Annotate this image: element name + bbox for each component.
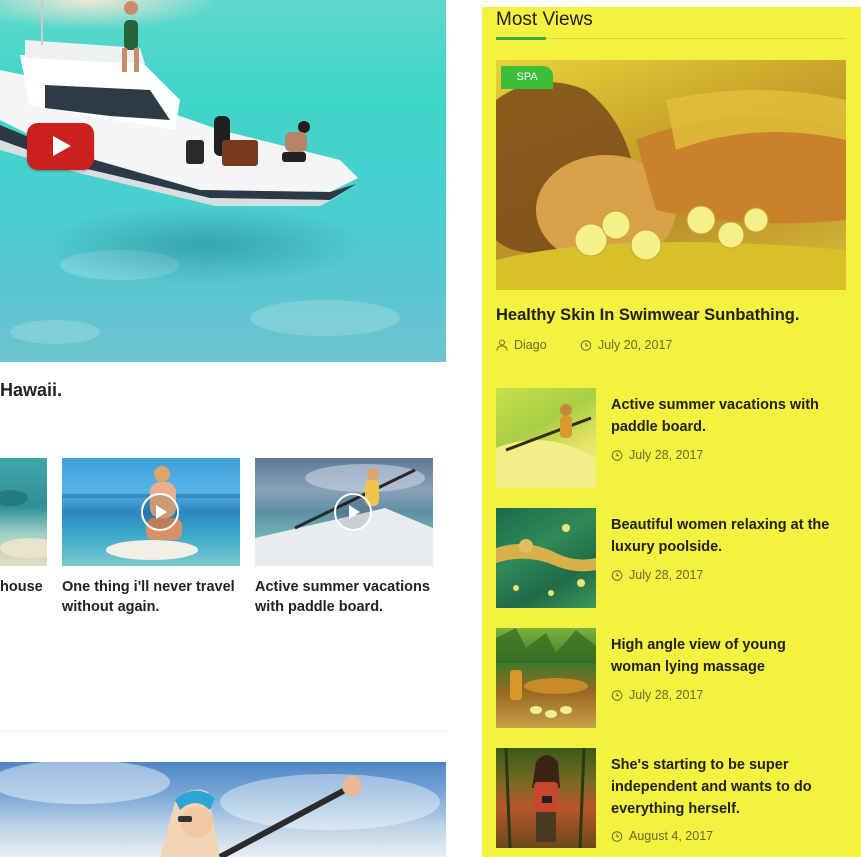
play-icon xyxy=(156,505,167,519)
boat-illustration xyxy=(0,0,358,206)
date-text: July 28, 2017 xyxy=(629,448,704,462)
post-title[interactable]: Active summer vacations with paddle boar… xyxy=(611,394,831,438)
play-icon xyxy=(53,136,71,156)
heading-accent xyxy=(496,37,546,40)
sidebar-heading: Most Views xyxy=(496,9,593,30)
video-play-button[interactable] xyxy=(334,493,372,531)
list-item: She's starting to be super independent a… xyxy=(496,748,846,848)
video-thumbnail[interactable] xyxy=(255,458,433,566)
article-title[interactable]: Hawaii. xyxy=(0,380,62,401)
play-icon xyxy=(349,505,360,519)
video-caption[interactable]: One thing i'll never travel without agai… xyxy=(62,577,240,617)
video-play-button[interactable] xyxy=(141,493,179,531)
post-date: August 4, 2017 xyxy=(611,829,713,843)
article-image[interactable] xyxy=(0,762,446,857)
post-date: July 20, 2017 xyxy=(580,338,672,352)
most-views-sidebar: Most Views SPA Healthy Skin In Swimwear … xyxy=(482,7,861,857)
clock-icon xyxy=(611,690,623,701)
date-text: July 28, 2017 xyxy=(629,568,704,582)
post-thumbnail[interactable] xyxy=(496,628,596,728)
post-thumbnail[interactable] xyxy=(496,748,596,848)
video-caption[interactable]: Active summer vacations with paddle boar… xyxy=(255,577,433,617)
video-caption[interactable]: house xyxy=(0,577,48,597)
list-item: Beautiful women relaxing at the luxury p… xyxy=(496,508,846,608)
video-thumbnail[interactable] xyxy=(62,458,240,566)
post-title[interactable]: High angle view of young woman lying mas… xyxy=(611,634,831,678)
clock-icon xyxy=(611,570,623,581)
post-title[interactable]: She's starting to be super independent a… xyxy=(611,754,831,820)
date-text: August 4, 2017 xyxy=(629,829,714,843)
post-thumbnail[interactable] xyxy=(496,388,596,488)
post-thumbnail[interactable] xyxy=(496,508,596,608)
heading-rule xyxy=(496,38,846,39)
user-icon xyxy=(496,339,508,351)
underwater-scene xyxy=(0,490,47,558)
featured-post-title[interactable]: Healthy Skin In Swimwear Sunbathing. xyxy=(496,306,799,325)
author-name[interactable]: Diago xyxy=(514,338,547,352)
clock-icon xyxy=(611,450,623,461)
category-badge[interactable]: SPA xyxy=(501,66,553,89)
post-title[interactable]: Beautiful women relaxing at the luxury p… xyxy=(611,514,831,558)
paddle-photo xyxy=(496,404,596,488)
list-item: Active summer vacations with paddle boar… xyxy=(496,388,846,488)
list-item: High angle view of young woman lying mas… xyxy=(496,628,846,728)
spa-photo xyxy=(496,82,846,290)
clock-icon xyxy=(580,340,592,351)
hero-video-image[interactable] xyxy=(0,0,446,362)
youtube-play-button[interactable] xyxy=(27,123,94,170)
clock-icon xyxy=(611,831,623,842)
traveler-photo xyxy=(504,748,586,848)
paddler-photo xyxy=(0,762,440,857)
date-text: July 28, 2017 xyxy=(629,688,704,702)
date-text: July 20, 2017 xyxy=(598,338,673,352)
massage-photo xyxy=(496,628,596,718)
poolside-photo xyxy=(496,524,596,596)
post-date: July 28, 2017 xyxy=(611,448,703,462)
video-thumbnail[interactable] xyxy=(0,458,47,566)
post-date: July 28, 2017 xyxy=(611,688,703,702)
post-date: July 28, 2017 xyxy=(611,568,703,582)
section-divider xyxy=(0,731,446,732)
featured-post-image[interactable]: SPA xyxy=(496,60,846,290)
post-author[interactable]: Diago xyxy=(496,338,547,352)
